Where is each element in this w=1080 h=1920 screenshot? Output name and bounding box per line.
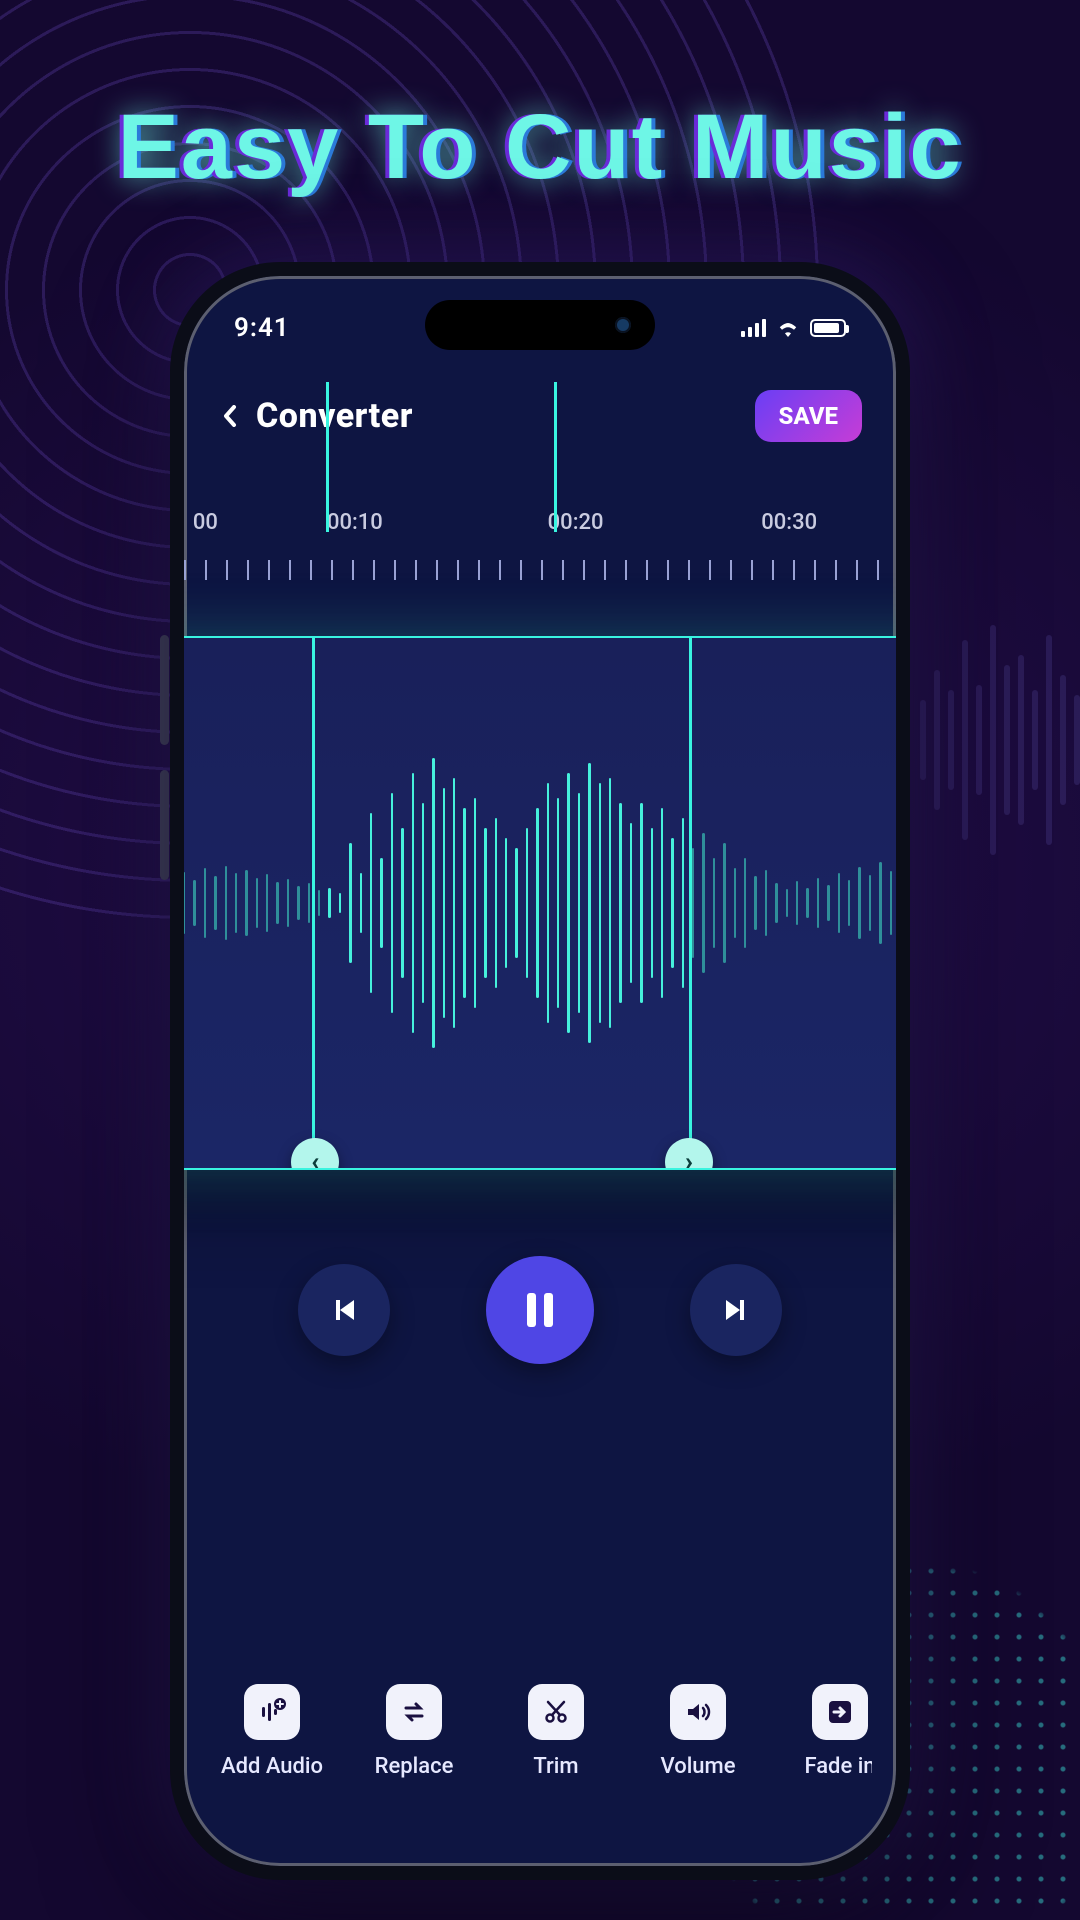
fade-in-icon <box>812 1684 868 1740</box>
selection-handle-left[interactable]: ‹ <box>291 1138 339 1170</box>
status-bar: 9:41 <box>184 308 896 348</box>
timeline-label: 00:10 <box>327 510 383 535</box>
tool-add-audio[interactable]: Add Audio <box>222 1684 322 1779</box>
timeline-ticks <box>184 560 896 580</box>
pause-button[interactable] <box>486 1256 594 1364</box>
tool-volume[interactable]: Volume <box>648 1684 748 1779</box>
timeline-label: 00 <box>193 510 218 535</box>
timeline-ruler[interactable]: 0000:1000:2000:30 <box>184 510 896 580</box>
cellular-signal-icon <box>741 319 766 337</box>
app-header: Converter SAVE <box>184 384 896 448</box>
tool-label: Add Audio <box>221 1754 323 1779</box>
tool-bar[interactable]: Add Audio Replace Trim Volume Fade in <box>208 1656 872 1806</box>
timeline-label: 00:30 <box>761 510 817 535</box>
wifi-icon <box>776 319 800 337</box>
status-time: 9:41 <box>234 313 290 343</box>
selection-marker-left[interactable] <box>326 382 329 532</box>
selection-region[interactable]: ‹ › <box>312 638 692 1168</box>
trim-icon <box>528 1684 584 1740</box>
page-title: Converter <box>256 396 413 436</box>
tool-label: Replace <box>375 1754 454 1779</box>
tool-label: Fade in <box>804 1754 872 1779</box>
next-button[interactable] <box>690 1264 782 1356</box>
hero-title: Easy To Cut Music <box>0 95 1080 200</box>
volume-icon <box>670 1684 726 1740</box>
tool-label: Volume <box>661 1754 736 1779</box>
tool-label: Trim <box>533 1754 578 1779</box>
back-button[interactable] <box>218 404 242 428</box>
tool-fade-in[interactable]: Fade in <box>790 1684 872 1779</box>
tool-trim[interactable]: Trim <box>506 1684 606 1779</box>
waveform-card[interactable]: ‹ › <box>170 636 910 1170</box>
phone-frame: 9:41 Converter SAVE 0000:1000:2000:30 ‹ … <box>170 262 910 1880</box>
save-button[interactable]: SAVE <box>755 390 862 442</box>
decorative-equalizer <box>920 590 1080 890</box>
tool-replace[interactable]: Replace <box>364 1684 464 1779</box>
add-audio-icon <box>244 1684 300 1740</box>
phone-side-button <box>160 635 169 745</box>
replace-icon <box>386 1684 442 1740</box>
phone-side-button <box>160 770 169 880</box>
selection-marker-right[interactable] <box>554 382 557 532</box>
playback-controls <box>184 1256 896 1364</box>
battery-icon <box>810 319 846 337</box>
previous-button[interactable] <box>298 1264 390 1356</box>
